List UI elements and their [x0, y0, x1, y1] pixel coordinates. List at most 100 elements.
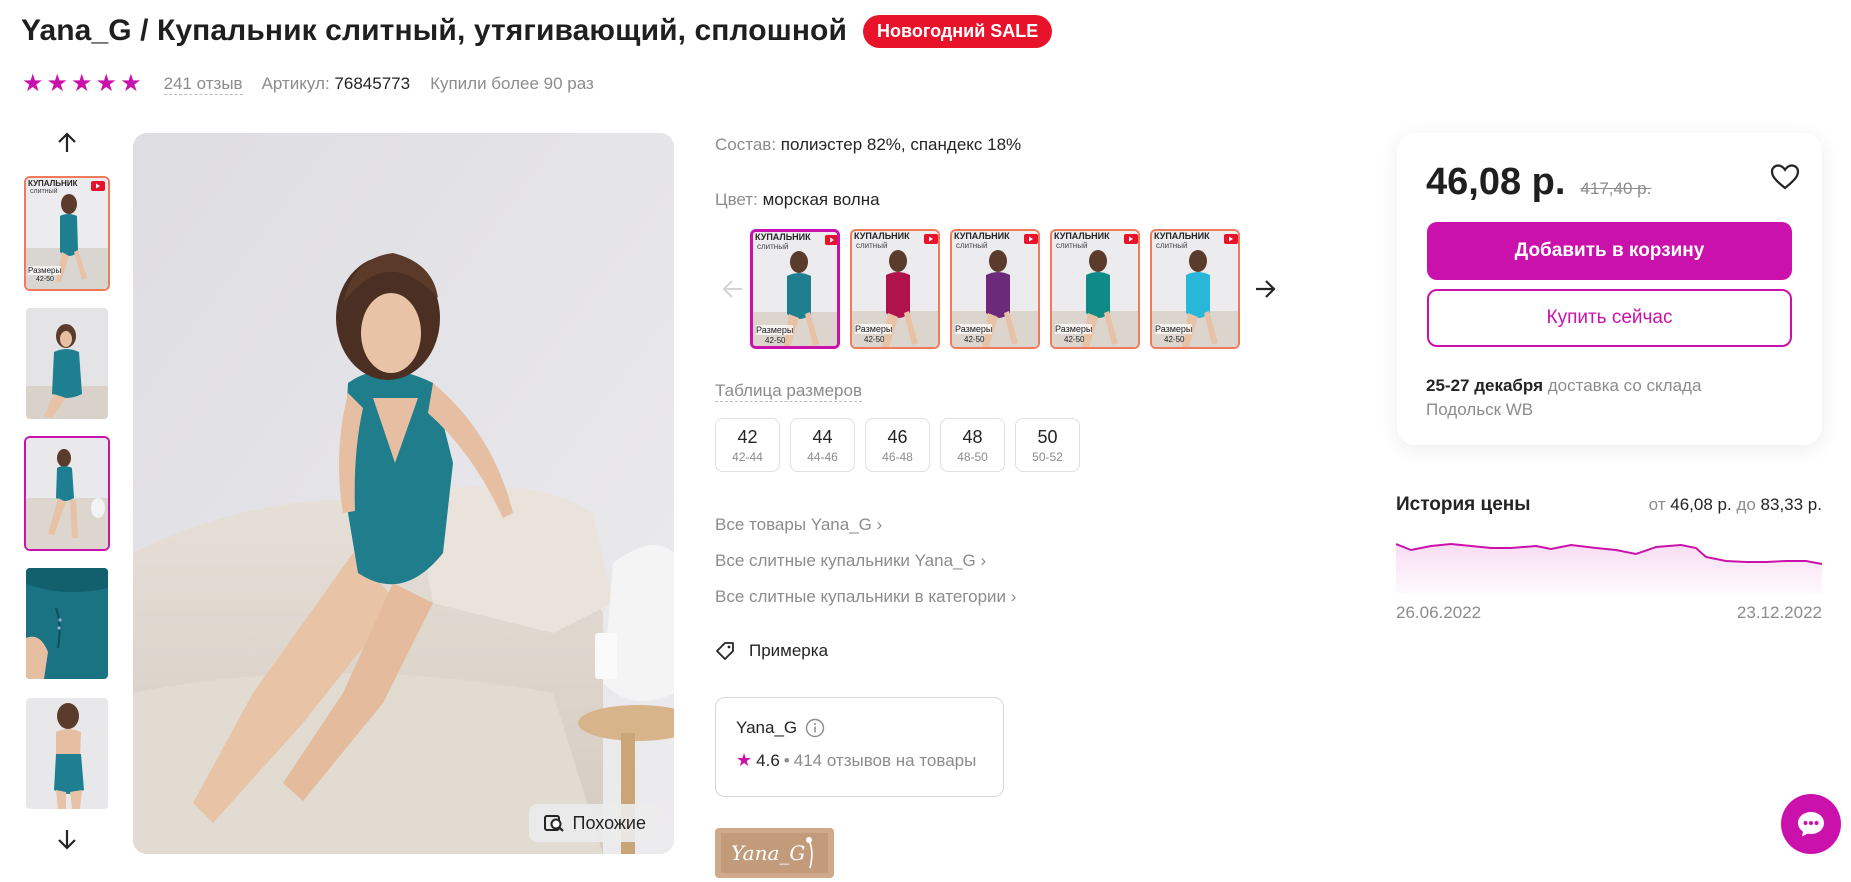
color-swatch[interactable]: КУПАЛЬНИК слитный Размеры 42-50 — [950, 229, 1040, 349]
warehouse: Подольск WB — [1426, 400, 1534, 419]
chat-button[interactable] — [1781, 794, 1841, 854]
link-all-brand-products[interactable]: Все товары Yana_G › — [715, 515, 1016, 535]
star-icon: ★ — [120, 70, 142, 97]
swatch-sub: слитный — [1056, 241, 1088, 250]
delivery-date: 25-27 декабря — [1426, 376, 1543, 395]
size-option[interactable]: 42 42-44 — [715, 418, 780, 472]
size-value: 42 — [737, 426, 758, 447]
carousel-prev-button[interactable] — [715, 278, 750, 300]
link-label: Все слитные купальники Yana_G — [715, 551, 976, 570]
swatch-title: КУПАЛЬНИК — [954, 231, 1010, 241]
link-brand-swimsuits[interactable]: Все слитные купальники Yana_G › — [715, 551, 1016, 571]
arrow-right-icon — [1256, 280, 1276, 298]
favorite-button[interactable] — [1770, 163, 1800, 196]
color-swatch[interactable]: КУПАЛЬНИК слитный Размеры 42-50 — [750, 229, 840, 349]
size-options: 42 42-44 44 44-46 46 46-48 48 48-50 50 50-52 — [715, 418, 1080, 472]
star-icon: ★ — [22, 70, 44, 97]
add-to-cart-button[interactable]: Добавить в корзину — [1427, 222, 1792, 280]
range-to-value: 83,33 р. — [1760, 495, 1822, 514]
swatch-size-range: 42-50 — [765, 336, 786, 345]
chevron-right-icon: › — [1010, 587, 1017, 606]
color-swatch[interactable]: КУПАЛЬНИК слитный Размеры 42-50 — [850, 229, 940, 349]
size-option[interactable]: 44 44-46 — [790, 418, 855, 472]
star-icon: ★ — [46, 70, 69, 97]
thumbs-up-button[interactable] — [22, 128, 112, 158]
similar-button[interactable]: Похожие — [528, 804, 660, 842]
size-option[interactable]: 46 46-48 — [865, 418, 930, 472]
size-value: 44 — [812, 426, 833, 447]
thumb-promo-title: КУПАЛЬНИК — [28, 179, 78, 188]
similar-label: Похожие — [572, 812, 646, 833]
chevron-right-icon: › — [980, 551, 987, 570]
size-range: 46-48 — [882, 449, 913, 464]
seller-name-row: Yana_G — [736, 718, 983, 738]
fitting-button[interactable]: Примерка — [715, 641, 828, 661]
buy-now-button[interactable]: Купить сейчас — [1427, 289, 1792, 347]
current-price: 46,08 р. — [1426, 161, 1566, 203]
seller-rating: ★ 4.6 • 414 отзывов на товары — [736, 750, 983, 771]
swatch-sizes-label: Размеры — [855, 324, 893, 334]
link-label: Все товары Yana_G — [715, 515, 872, 534]
color-swatches: КУПАЛЬНИК слитный Размеры 42-50 КУПАЛЬНИК сли… — [750, 229, 1250, 349]
delivery-text: доставка со склада — [1547, 376, 1702, 395]
seller-reviews: 414 отзывов на товары — [793, 750, 977, 770]
chat-icon — [1798, 812, 1824, 837]
swatch-sizes-label: Размеры — [955, 324, 993, 334]
rating-stars: ★ ★ ★ ★ ★ — [22, 72, 142, 96]
main-product-photo[interactable]: Похожие — [133, 133, 674, 854]
color-row: Цвет: морская волна — [715, 190, 880, 210]
price-history-header: История цены от 46,08 р. до 83,33 р. — [1396, 494, 1822, 516]
buy-card: 46,08 р. 417,40 р. Добавить в корзину Ку… — [1397, 133, 1822, 445]
swatch-sub: слитный — [856, 241, 888, 250]
composition: Состав: полиэстер 82%, спандекс 18% — [715, 135, 1021, 155]
star-icon: ★ — [736, 750, 753, 770]
carousel-next-button[interactable] — [1250, 278, 1280, 300]
link-category-swimsuits[interactable]: Все слитные купальники в категории › — [715, 587, 1016, 607]
size-range: 44-46 — [807, 449, 838, 464]
swatch-sizes-label: Размеры — [1155, 324, 1193, 334]
reviews-link[interactable]: 241 отзыв — [163, 74, 243, 95]
link-label: Все слитные купальники в категории — [715, 587, 1007, 606]
bought-count: Купили более 90 раз — [430, 74, 594, 93]
product-title: Yana_G / Купальник слитный, утягивающий,… — [21, 14, 848, 47]
size-option[interactable]: 48 48-50 — [940, 418, 1005, 472]
swatch-sub: слитный — [1156, 241, 1188, 250]
swatch-sizes-label: Размеры — [1055, 324, 1093, 334]
swatch-size-range: 42-50 — [1064, 335, 1085, 344]
thumbs-down-button[interactable] — [22, 824, 112, 854]
price-history-dates: 26.06.2022 23.12.2022 — [1396, 603, 1822, 623]
swatch-title: КУПАЛЬНИК — [755, 232, 811, 242]
range-from-value: 46,08 р. — [1670, 495, 1732, 514]
chevron-right-icon: › — [876, 515, 883, 534]
history-start-date: 26.06.2022 — [1396, 603, 1482, 622]
price-row: 46,08 р. 417,40 р. — [1426, 161, 1651, 204]
swatch-sub: слитный — [757, 242, 789, 251]
old-price: 417,40 р. — [1580, 179, 1652, 198]
price-history-chart[interactable] — [1395, 534, 1823, 599]
info-icon[interactable] — [805, 718, 825, 738]
color-swatch[interactable]: КУПАЛЬНИК слитный Размеры 42-50 — [1150, 229, 1240, 349]
seller-name: Yana_G — [736, 718, 798, 737]
thumbnail-1[interactable]: КУПАЛЬНИК слитный Размеры 42-50 — [24, 176, 110, 291]
color-value: морская волна — [762, 190, 880, 209]
article-value: 76845773 — [334, 74, 411, 93]
color-swatch[interactable]: КУПАЛЬНИК слитный Размеры 42-50 — [1050, 229, 1140, 349]
seller-card[interactable]: Yana_G ★ 4.6 • 414 отзывов на товары — [715, 697, 1004, 797]
thumbnail-4[interactable] — [24, 566, 110, 681]
brand-logo[interactable]: Yana_G — [715, 828, 834, 878]
sale-badge[interactable]: Новогодний SALE — [863, 14, 1053, 48]
arrow-left-icon — [722, 280, 742, 298]
thumbnail-2[interactable] — [24, 306, 110, 421]
brand-logo-text: Yana_G — [731, 841, 806, 865]
category-links: Все товары Yana_G › Все слитные купальни… — [715, 515, 1016, 623]
thumbnail-list: КУПАЛЬНИК слитный Размеры 42-50 — [22, 128, 114, 854]
thumbnail-5[interactable] — [24, 696, 110, 811]
thumbnail-3[interactable] — [24, 436, 110, 551]
thumb-promo-sizes: Размеры — [28, 266, 62, 275]
fitting-label: Примерка — [749, 641, 829, 660]
price-history: История цены от 46,08 р. до 83,33 р. 26.… — [1395, 494, 1823, 623]
size-table-link[interactable]: Таблица размеров — [715, 381, 862, 402]
size-option[interactable]: 50 50-52 — [1015, 418, 1080, 472]
bullet: • — [783, 750, 790, 770]
thumb-promo-size-range: 42-50 — [36, 276, 54, 283]
